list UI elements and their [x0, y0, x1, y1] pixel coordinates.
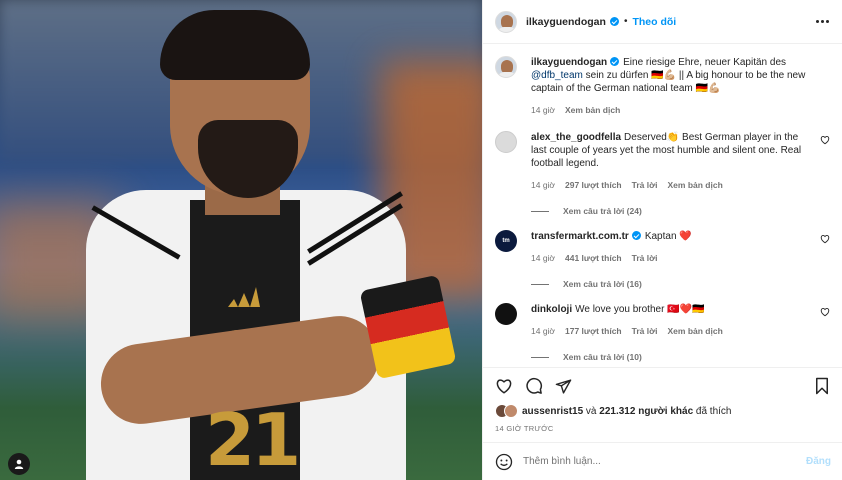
emoji-icon[interactable] — [495, 453, 513, 471]
view-replies-button[interactable]: Xem câu trả lời (10) — [531, 352, 830, 362]
player-hair — [160, 10, 310, 80]
comment-time: 14 giờ — [531, 326, 556, 336]
heart-icon[interactable] — [820, 135, 830, 145]
caption-meta: 14 giờ Xem bản dịch — [531, 104, 808, 117]
view-replies-label: Xem câu trả lời (16) — [563, 279, 642, 289]
jersey-number: 21 — [205, 398, 301, 480]
divider — [531, 356, 549, 358]
likes-text: aussenrist15 và 221.312 người khác đã th… — [522, 406, 731, 417]
divider — [531, 210, 549, 212]
caption-time: 14 giờ — [531, 105, 556, 115]
comment-meta: 14 giờ 297 lượt thích Trả lời Xem bản dị… — [531, 179, 808, 192]
verified-badge-icon — [609, 17, 619, 26]
translate-link[interactable]: Xem bản dịch — [668, 179, 723, 192]
comment: tm transfermarkt.com.tr Kaptan ❤️ 14 giờ … — [495, 230, 830, 265]
adidas-logo-icon — [228, 287, 260, 307]
comment-likes[interactable]: 441 lượt thích — [565, 252, 622, 265]
view-replies-button[interactable]: Xem câu trả lời (16) — [531, 279, 830, 289]
post-timestamp: 14 GIỜ TRƯỚC — [495, 424, 554, 433]
comment-icon[interactable] — [525, 377, 543, 395]
add-comment-bar: Đăng — [483, 442, 842, 480]
post-username[interactable]: ilkayguendogan — [526, 16, 606, 28]
likes-connector: và — [583, 405, 600, 417]
translate-link[interactable]: Xem bản dịch — [668, 325, 723, 338]
post-header: ilkayguendogan • Theo dõi — [483, 0, 842, 44]
reply-button[interactable]: Trả lời — [632, 325, 658, 338]
share-icon[interactable] — [555, 378, 572, 395]
post-detail-panel: ilkayguendogan • Theo dõi ilkayguendogan… — [482, 0, 842, 480]
comment-thread: tm transfermarkt.com.tr Kaptan ❤️ 14 giờ … — [495, 230, 830, 289]
liker-username[interactable]: aussenrist15 — [522, 406, 583, 417]
follow-button[interactable]: Theo dõi — [632, 16, 676, 28]
comment-input[interactable] — [523, 456, 806, 467]
comment-thread: dinkoloji We love you brother 🇹🇷❤️🇩🇪 14 g… — [495, 303, 830, 362]
comment-username[interactable]: dinkoloji — [531, 304, 572, 315]
avatar[interactable]: tm — [495, 230, 517, 252]
comment: dinkoloji We love you brother 🇹🇷❤️🇩🇪 14 g… — [495, 303, 830, 338]
view-replies-button[interactable]: Xem câu trả lời (24) — [531, 206, 830, 216]
verified-badge-icon — [610, 57, 620, 66]
post-actions — [483, 368, 842, 404]
comment-time: 14 giờ — [531, 180, 556, 190]
view-replies-label: Xem câu trả lời (10) — [563, 352, 642, 362]
avatar[interactable] — [495, 56, 517, 78]
divider — [531, 283, 549, 285]
view-replies-label: Xem câu trả lời (24) — [563, 206, 642, 216]
likes-count[interactable]: 221.312 người khác — [599, 406, 693, 417]
like-heart-icon[interactable] — [495, 377, 513, 395]
avatar — [504, 404, 518, 418]
caption-text: Eine riesige Ehre, neuer Kapitän des — [623, 57, 787, 68]
mention-link[interactable]: @dfb_team — [531, 70, 583, 81]
likes-summary: aussenrist15 và 221.312 người khác đã th… — [483, 404, 842, 418]
comment-meta: 14 giờ 177 lượt thích Trả lời Xem bản dị… — [531, 325, 808, 338]
avatar[interactable] — [495, 10, 517, 33]
comment: alex_the_goodfella Deserved👏 Best German … — [495, 131, 830, 192]
caption-body: ilkayguendogan Eine riesige Ehre, neuer K… — [531, 56, 830, 117]
tagged-users-button[interactable] — [8, 453, 30, 475]
comment-meta: 14 giờ 441 lượt thích Trả lời — [531, 252, 808, 265]
caption-username[interactable]: ilkayguendogan — [531, 57, 607, 68]
post-comment-button[interactable]: Đăng — [806, 456, 831, 467]
separator-dot: • — [623, 16, 628, 27]
comment-thread: alex_the_goodfella Deserved👏 Best German … — [495, 131, 830, 216]
reply-button[interactable]: Trả lời — [632, 179, 658, 192]
comment-username[interactable]: alex_the_goodfella — [531, 132, 621, 143]
post-photo[interactable]: 21 — [0, 0, 482, 480]
comment-body: transfermarkt.com.tr Kaptan ❤️ 14 giờ 441… — [531, 230, 830, 265]
bookmark-icon[interactable] — [814, 377, 830, 395]
user-icon — [14, 459, 24, 469]
comment-body: dinkoloji We love you brother 🇹🇷❤️🇩🇪 14 g… — [531, 303, 830, 338]
avatar[interactable] — [495, 131, 517, 153]
heart-icon[interactable] — [820, 307, 830, 317]
comment-text: Kaptan ❤️ — [644, 231, 692, 242]
comment-body: alex_the_goodfella Deserved👏 Best German … — [531, 131, 830, 192]
caption: ilkayguendogan Eine riesige Ehre, neuer K… — [495, 56, 830, 117]
heart-icon[interactable] — [820, 234, 830, 244]
comment-username[interactable]: transfermarkt.com.tr — [531, 231, 629, 242]
more-options-icon[interactable] — [816, 20, 829, 23]
comment-likes[interactable]: 297 lượt thích — [565, 179, 622, 192]
comment-text: We love you brother 🇹🇷❤️🇩🇪 — [575, 304, 705, 315]
comment-likes[interactable]: 177 lượt thích — [565, 325, 622, 338]
avatar[interactable] — [495, 303, 517, 325]
reply-button[interactable]: Trả lời — [632, 252, 658, 265]
comments-list[interactable]: ilkayguendogan Eine riesige Ehre, neuer K… — [483, 44, 842, 368]
translate-link[interactable]: Xem bản dịch — [565, 104, 620, 117]
comment-time: 14 giờ — [531, 253, 556, 263]
likes-suffix: đã thích — [693, 405, 732, 417]
verified-badge-icon — [631, 231, 641, 240]
